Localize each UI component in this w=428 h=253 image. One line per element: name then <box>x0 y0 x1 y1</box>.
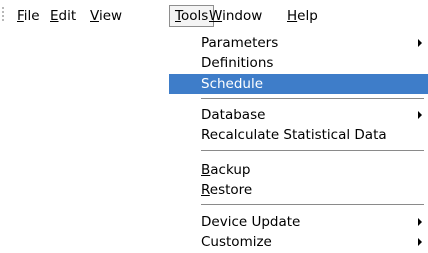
menu-separator <box>201 204 424 206</box>
menu-item-customize-label: Customize <box>201 234 272 250</box>
menu-item-definitions[interactable]: Definitions <box>169 53 428 73</box>
menu-item-schedule[interactable]: Schedule <box>169 74 428 94</box>
submenu-arrow-icon <box>418 218 422 226</box>
menu-item-backup[interactable]: Backup <box>169 160 428 180</box>
menu-bar: File Edit View Tools Window Help <box>0 0 428 30</box>
menu-item-parameters[interactable]: Parameters <box>169 33 428 53</box>
menu-item-backup-mnemonic: B <box>201 162 211 178</box>
menu-view[interactable]: View <box>90 6 122 26</box>
submenu-arrow-icon <box>418 39 422 47</box>
menu-item-device-update[interactable]: Device Update <box>169 212 428 232</box>
menu-help-mnemonic: H <box>287 8 298 24</box>
menu-item-restore-mnemonic: R <box>201 182 210 198</box>
menu-file-mnemonic: F <box>17 8 24 24</box>
toolbar-grip-icon[interactable] <box>2 7 6 24</box>
submenu-arrow-icon <box>418 111 422 119</box>
menu-item-recalculate-label: Recalculate Statistical Data <box>201 127 387 143</box>
menu-item-device-update-label: Device Update <box>201 214 301 230</box>
menu-window-label: indow <box>222 8 263 24</box>
submenu-arrow-icon <box>418 238 422 246</box>
menu-view-mnemonic: V <box>90 8 99 24</box>
menu-window[interactable]: Window <box>209 6 262 26</box>
menu-file[interactable]: File <box>17 6 40 26</box>
menu-edit-mnemonic: E <box>50 8 59 24</box>
menu-view-label: iew <box>98 8 123 24</box>
menu-item-backup-label: Backup <box>201 160 251 180</box>
menu-item-database[interactable]: Database <box>169 105 428 125</box>
menu-edit[interactable]: Edit <box>50 6 76 26</box>
menu-tools[interactable]: Tools <box>169 5 215 27</box>
menu-separator <box>201 98 424 100</box>
menu-window-mnemonic: W <box>209 8 223 24</box>
menu-item-recalculate[interactable]: Recalculate Statistical Data <box>169 125 428 145</box>
menu-help[interactable]: Help <box>287 6 318 26</box>
menu-item-restore[interactable]: Restore <box>169 180 428 200</box>
tools-dropdown-menu: Parameters Definitions Schedule Database… <box>169 29 428 253</box>
menu-item-parameters-label: Parameters <box>201 35 279 51</box>
menu-separator <box>201 150 424 152</box>
menu-item-definitions-label: Definitions <box>201 55 274 71</box>
menu-item-backup-text: ackup <box>210 162 251 178</box>
menu-help-label: elp <box>297 8 318 24</box>
menu-tools-label: ools <box>180 8 209 24</box>
menu-item-schedule-label: Schedule <box>201 76 264 92</box>
menu-item-restore-label: Restore <box>201 180 252 200</box>
menu-item-database-label: Database <box>201 107 266 123</box>
menu-edit-label: dit <box>58 8 77 24</box>
menu-item-restore-text: estore <box>209 182 253 198</box>
menu-file-label: ile <box>23 8 40 24</box>
menu-item-customize[interactable]: Customize <box>169 232 428 252</box>
